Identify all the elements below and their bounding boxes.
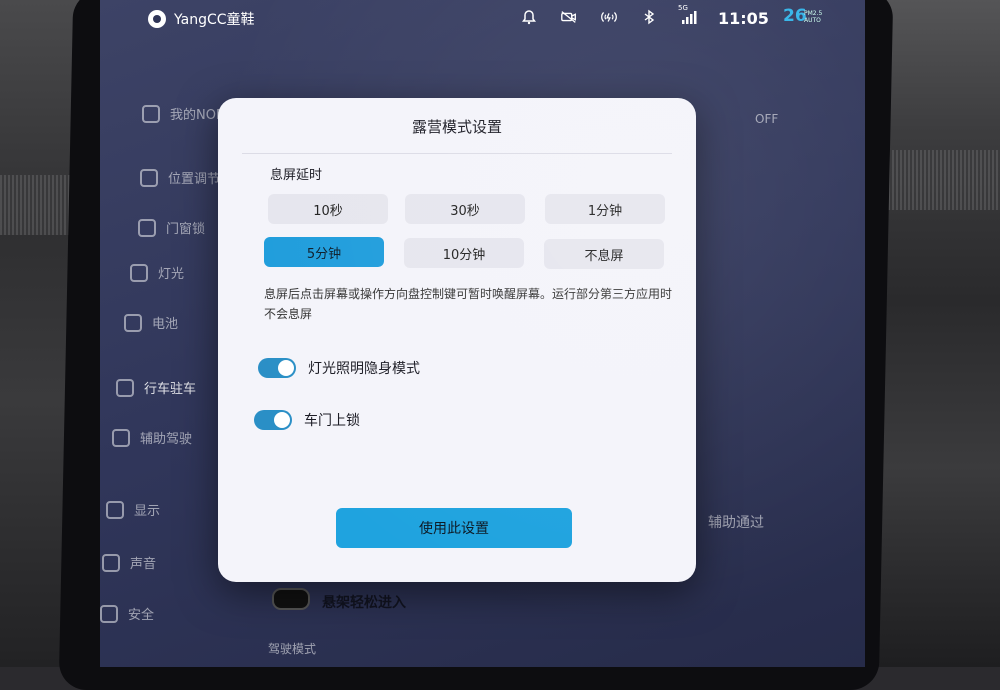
light-stealth-row: 灯光照明隐身模式 — [258, 358, 420, 378]
option-1min[interactable]: 1分钟 — [545, 194, 665, 224]
light-stealth-toggle[interactable] — [258, 358, 296, 378]
option-10s[interactable]: 10秒 — [268, 194, 388, 224]
air-quality-label: PM2.5 — [804, 10, 823, 17]
menu-item-doors[interactable]: 门窗锁 — [138, 218, 205, 237]
bluetooth-icon[interactable] — [640, 8, 658, 26]
menu-label: 辅助驾驶 — [140, 432, 193, 447]
signal-5g-icon: 5G — [678, 4, 698, 26]
suspension-label: 悬架轻松进入 — [322, 595, 406, 611]
door-lock-toggle[interactable] — [254, 410, 292, 430]
status-bar: YangCC童鞋 5G 11:05 26 PM2.5 AUTO — [100, 0, 865, 38]
user-name: YangCC童鞋 — [174, 12, 255, 28]
toggle-knob — [278, 360, 294, 376]
menu-label: 电池 — [152, 317, 179, 332]
menu-label: 位置调节 — [168, 172, 221, 187]
menu-item-position[interactable]: 位置调节 — [140, 168, 220, 187]
screen-off-delay-label: 息屏延时 — [270, 168, 323, 183]
bg-off-label: OFF — [755, 112, 779, 126]
light-icon — [130, 263, 148, 282]
door-lock-row: 车门上锁 — [254, 410, 360, 430]
door-lock-label: 车门上锁 — [304, 413, 360, 429]
menu-label: 灯光 — [158, 267, 185, 282]
air-vent-right — [880, 150, 1000, 210]
apply-settings-button[interactable]: 使用此设置 — [336, 508, 572, 548]
menu-item-assist[interactable]: 辅助驾驶 — [112, 428, 192, 447]
option-30s[interactable]: 30秒 — [405, 194, 525, 224]
menu-item-battery[interactable]: 电池 — [124, 313, 178, 332]
climate-mode-label: AUTO — [804, 17, 821, 24]
signal-label: 5G — [678, 4, 688, 12]
nomi-icon — [142, 104, 160, 123]
status-icons: 5G — [520, 4, 698, 26]
dialog-title: 露营模式设置 — [411, 118, 502, 136]
light-stealth-label: 灯光照明隐身模式 — [308, 361, 420, 377]
menu-item-driving[interactable]: 行车驻车 — [116, 378, 196, 397]
battery-icon — [124, 313, 142, 332]
bg-assist-pass-label: 辅助通过 — [708, 515, 764, 531]
steering-wheel-icon — [116, 378, 134, 397]
menu-item-security[interactable]: 安全 — [100, 604, 154, 623]
drive-mode-label: 驾驶模式 — [268, 642, 317, 656]
divider — [242, 153, 672, 154]
wireless-charging-icon[interactable] — [600, 8, 618, 26]
door-icon — [138, 218, 156, 237]
menu-label: 声音 — [130, 557, 157, 572]
shield-icon — [100, 604, 118, 623]
speaker-icon — [102, 553, 120, 572]
menu-label: 行车驻车 — [144, 382, 197, 397]
bell-icon[interactable] — [520, 8, 538, 26]
camping-mode-dialog: 露营模式设置 息屏延时 10秒 30秒 1分钟 5分钟 10分钟 不息屏 息屏后… — [218, 98, 696, 582]
menu-label: 显示 — [134, 504, 161, 519]
toggle-knob — [274, 412, 290, 428]
profile-logo-icon — [148, 10, 166, 28]
option-10min[interactable]: 10分钟 — [404, 238, 524, 268]
menu-label: 门窗锁 — [166, 222, 206, 237]
display-icon — [106, 500, 124, 519]
menu-item-lights[interactable]: 灯光 — [130, 263, 184, 282]
user-profile[interactable]: YangCC童鞋 — [148, 9, 255, 29]
menu-item-sound[interactable]: 声音 — [102, 553, 156, 572]
menu-label: 安全 — [128, 608, 155, 623]
infotainment-screen: YangCC童鞋 5G 11:05 26 PM2.5 AUTO 我的NOMI 位… — [100, 0, 865, 667]
screen-off-description: 息屏后点击屏幕或操作方向盘控制键可暂时唤醒屏幕。运行部分第三方应用时不会息屏 — [264, 287, 673, 321]
camera-off-icon[interactable] — [560, 8, 578, 26]
assist-icon — [112, 428, 130, 447]
option-never[interactable]: 不息屏 — [544, 239, 664, 269]
suspension-toggle[interactable] — [272, 588, 310, 610]
seat-icon — [140, 168, 158, 187]
menu-item-display[interactable]: 显示 — [106, 500, 160, 519]
temperature-sub: PM2.5 AUTO — [804, 10, 822, 24]
option-5min[interactable]: 5分钟 — [264, 237, 384, 267]
clock: 11:05 — [718, 9, 769, 28]
